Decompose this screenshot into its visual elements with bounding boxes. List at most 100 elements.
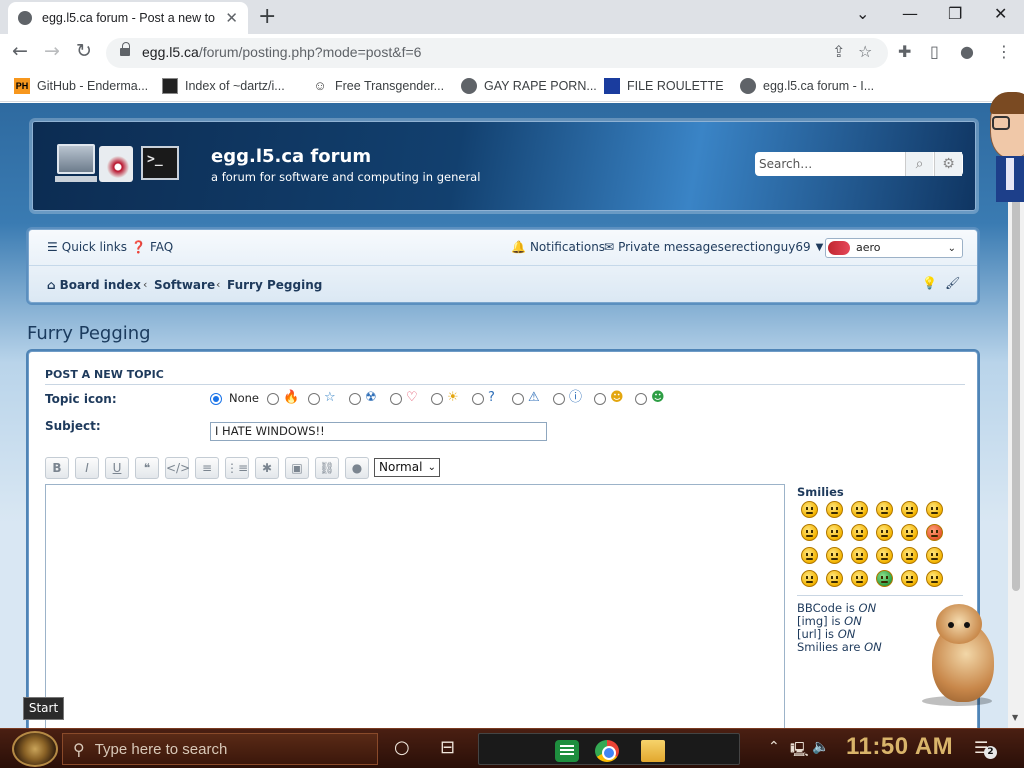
topic-icon-radio-fire[interactable] [267,393,279,405]
topic-icon-radio-info[interactable] [553,393,565,405]
extensions-icon[interactable]: ✚ [898,42,911,61]
smiley-icon[interactable] [876,501,893,518]
list-button[interactable]: ≡ [195,457,219,479]
smiley-icon[interactable] [801,547,818,564]
smiley-icon[interactable] [826,524,843,541]
bookmark-file-roulette[interactable]: FILE ROULETTE [604,78,724,94]
link-button[interactable]: ⛓ [315,457,339,479]
smiley-icon[interactable] [876,524,893,541]
smiley-icon[interactable] [926,570,943,587]
smiley-icon[interactable] [901,547,918,564]
bookmark-free-transgender[interactable]: ☺ Free Transgender... [312,78,444,94]
sheets-app-icon[interactable] [555,740,579,762]
search-input[interactable] [755,152,905,176]
ordered-list-button[interactable]: ⋮≡ [225,457,249,479]
style-select[interactable]: aero ⌄ [825,238,963,258]
side-panel-icon[interactable]: ▯ [930,42,939,61]
topic-icon-radio-radioactive[interactable] [349,393,361,405]
start-button[interactable] [12,731,58,767]
breadcrumb-furry-pegging[interactable]: Furry Pegging [227,278,322,292]
color-button[interactable]: ● [345,457,369,479]
restore-button[interactable]: ❐ [948,4,962,23]
image-button[interactable]: ▣ [285,457,309,479]
tray-overflow-icon[interactable]: ⌃ [768,739,780,755]
smiley-icon[interactable] [826,501,843,518]
topic-icon-radio-warning[interactable] [512,393,524,405]
smiley-icon[interactable] [901,570,918,587]
breadcrumb-software[interactable]: Software [154,278,215,292]
close-window-button[interactable]: ✕ [994,4,1007,23]
topic-icon-radio-wink[interactable] [594,393,606,405]
file-explorer-icon[interactable] [641,740,665,762]
new-tab-button[interactable]: + [258,4,276,29]
smiley-icon[interactable] [801,501,818,518]
smiley-icon[interactable] [801,570,818,587]
smiley-icon[interactable] [926,547,943,564]
task-view-icon[interactable]: ⊟ [440,737,455,758]
private-messages-link[interactable]: ✉ Private messages [604,240,724,254]
site-title[interactable]: egg.l5.ca forum [211,146,371,167]
minimize-button[interactable]: — [902,4,918,23]
notification-center-icon[interactable]: ☰ 2 [974,738,997,759]
close-tab-icon[interactable]: ✕ [225,9,238,27]
topic-icon-none-radio[interactable] [210,393,222,405]
paintbrush-icon[interactable]: 🖌 [945,276,960,290]
network-icon[interactable]: 🖳 [790,739,809,763]
bookmark-star-icon[interactable]: ☆ [858,42,872,61]
smiley-icon[interactable] [926,524,943,541]
topic-icon-radio-star[interactable] [308,393,320,405]
profile-icon[interactable]: ● [960,42,974,61]
page-title[interactable]: Furry Pegging [27,323,151,344]
desktop-pet-character[interactable] [986,92,1024,204]
quote-button[interactable]: ❝ [135,457,159,479]
smiley-icon[interactable] [826,547,843,564]
tab-search-icon[interactable]: ⌄ [856,4,869,23]
bookmark-gay[interactable]: GAY RAPE PORN... [461,78,597,94]
smiley-icon[interactable] [801,524,818,541]
underline-button[interactable]: U [105,457,129,479]
topic-icon-radio-alien[interactable] [635,393,647,405]
topic-icon-radio-sun[interactable] [431,393,443,405]
menu-icon[interactable]: ⋮ [996,42,1012,61]
list-item-button[interactable]: ✱ [255,457,279,479]
smiley-icon[interactable] [851,501,868,518]
share-icon[interactable]: ⇪ [832,42,845,61]
message-textarea[interactable] [45,484,785,728]
smiley-icon[interactable] [901,524,918,541]
smiley-icon[interactable] [926,501,943,518]
chrome-app-icon[interactable] [595,740,619,762]
topic-icon-radio-heart[interactable] [390,393,402,405]
quick-links-menu[interactable]: ☰ Quick links [47,240,127,254]
search-icon[interactable]: ⌕ [905,152,933,176]
cortana-icon[interactable]: ○ [394,737,410,758]
reload-button[interactable]: ↻ [76,40,92,62]
smiley-icon[interactable] [876,570,893,587]
volume-muted-icon[interactable]: 🔈 [812,739,829,755]
code-button[interactable]: </> [165,457,190,479]
bookmark-github[interactable]: PH GitHub - Enderma... [14,78,148,94]
bold-button[interactable]: B [45,457,69,479]
taskbar-search[interactable]: ⚲ [62,733,378,765]
smiley-icon[interactable] [826,570,843,587]
bookmark-index[interactable]: Index of ~dartz/i... [162,78,285,94]
smiley-icon[interactable] [851,570,868,587]
address-bar[interactable]: egg.l5.ca/forum/posting.php?mode=post&f=… [106,38,888,68]
subject-input[interactable]: I HATE WINDOWS!! [210,422,547,441]
italic-button[interactable]: I [75,457,99,479]
taskbar-clock[interactable]: 11:50 AM [846,733,953,761]
smiley-icon[interactable] [851,524,868,541]
forward-button[interactable]: → [44,40,60,62]
advanced-search-gear-icon[interactable]: ⚙ [934,152,962,176]
taskbar-search-input[interactable] [94,735,355,763]
smiley-icon[interactable] [876,547,893,564]
notifications-link[interactable]: 🔔 Notifications [511,240,605,254]
user-menu[interactable]: erectionguy69 ▼ [724,240,823,254]
smiley-icon[interactable] [901,501,918,518]
font-size-select[interactable]: Normal ⌄ [374,458,440,477]
scroll-down-icon[interactable]: ▼ [1012,713,1018,722]
faq-link[interactable]: ❓ FAQ [131,240,173,254]
hamster-desktop-pet[interactable] [918,600,1006,710]
bookmark-egg-forum[interactable]: egg.l5.ca forum - I... [740,78,874,94]
browser-tab[interactable]: egg.l5.ca forum - Post a new to ✕ [8,2,248,34]
topic-icon-radio-question[interactable] [472,393,484,405]
